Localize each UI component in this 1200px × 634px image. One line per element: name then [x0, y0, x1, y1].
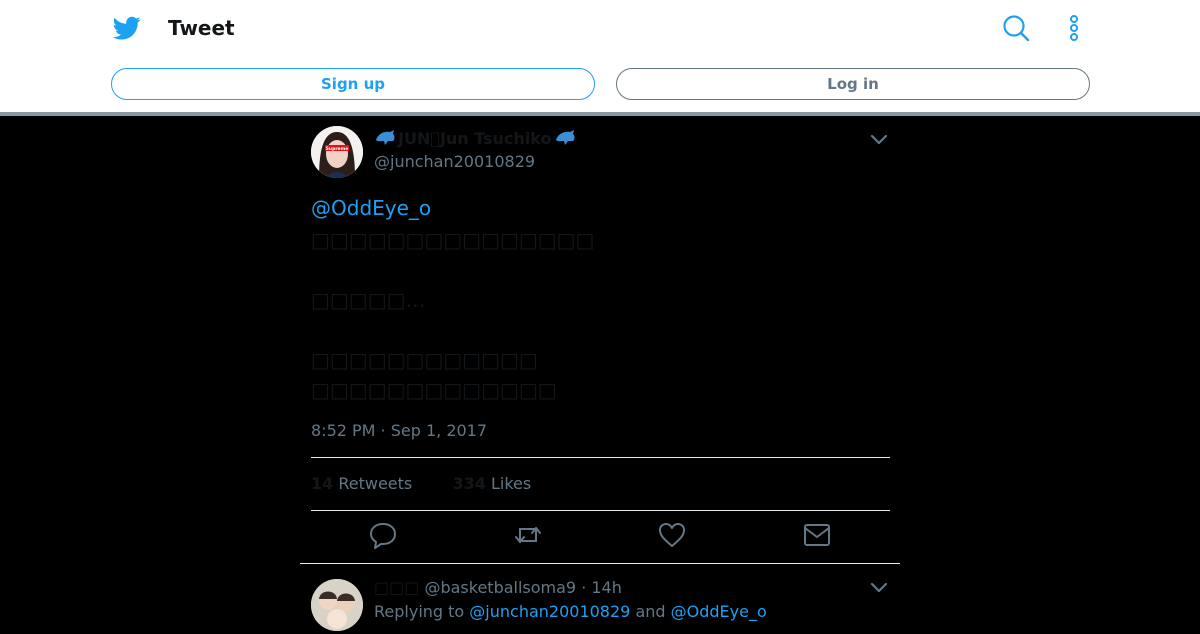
log-in-button[interactable]: Log in — [616, 68, 1090, 100]
dolphin-emoji-icon — [376, 130, 395, 145]
page-title: Tweet — [168, 16, 235, 40]
likes-stat[interactable]: 334 Likes — [452, 474, 531, 493]
header-divider — [0, 112, 1200, 116]
chevron-down-icon[interactable] — [870, 132, 888, 146]
tweet-stats: 14 Retweets 334 Likes — [311, 474, 531, 493]
replying-to: Replying to @junchan20010829 and @OddEye… — [374, 602, 767, 621]
search-icon[interactable] — [1002, 14, 1030, 42]
sign-up-button[interactable]: Sign up — [111, 68, 595, 100]
share-mail-icon[interactable] — [802, 520, 832, 550]
tweet-text-line: □□□□□□□□□□□□□ — [311, 378, 557, 402]
avatar[interactable]: Supreme — [311, 126, 363, 178]
reply-tweet[interactable]: □□□ @basketballsoma9 · 14h Replying to @… — [300, 564, 900, 634]
dolphin-emoji-icon — [555, 130, 575, 145]
twitter-bird-icon[interactable] — [112, 14, 142, 42]
tweet-text-line: □□□□□□□□□□□□□□□ — [311, 228, 595, 252]
like-heart-icon[interactable] — [657, 520, 687, 550]
display-name-text: JUN Jun Tsuchiko — [398, 128, 552, 148]
replying-prefix: Replying to — [374, 602, 465, 621]
stats-divider-top — [311, 457, 890, 458]
replying-and: and — [635, 602, 666, 621]
reply-author[interactable]: □□□ @basketballsoma9 · 14h — [374, 578, 622, 597]
more-options-icon[interactable] — [1064, 14, 1084, 42]
user-handle[interactable]: @junchan20010829 — [374, 152, 535, 171]
tweet-text-line: □□□□□… — [311, 288, 426, 312]
tweet-text-line: □□□□□□□□□□□□ — [311, 348, 538, 372]
tweet-actions — [300, 520, 900, 556]
reply-icon[interactable] — [368, 520, 398, 550]
avatar-image: Supreme — [311, 126, 363, 178]
reply-display-name: □□□ — [374, 578, 420, 597]
likes-label: Likes — [490, 474, 532, 493]
retweets-label: Retweets — [338, 474, 413, 493]
chevron-down-icon[interactable] — [870, 580, 888, 594]
top-bar: Tweet Sign up Log in — [0, 0, 1200, 112]
retweets-stat[interactable]: 14 Retweets — [311, 474, 412, 493]
svg-text:Supreme: Supreme — [326, 146, 349, 152]
tweet-timestamp[interactable]: 8:52 PM · Sep 1, 2017 — [311, 421, 487, 440]
retweets-count: 14 — [311, 474, 334, 493]
display-name[interactable]: JUN Jun Tsuchiko — [374, 128, 576, 148]
avatar-image — [311, 579, 363, 631]
replying-user-link[interactable]: @OddEye_o — [671, 602, 767, 621]
stats-divider-bottom — [311, 510, 890, 511]
mention-link[interactable]: @OddEye_o — [311, 196, 431, 220]
likes-count: 334 — [452, 474, 486, 493]
avatar[interactable] — [311, 579, 363, 631]
retweet-icon[interactable] — [513, 520, 543, 550]
reply-handle-time: @basketballsoma9 · 14h — [424, 578, 622, 597]
replying-user-link[interactable]: @junchan20010829 — [469, 602, 630, 621]
